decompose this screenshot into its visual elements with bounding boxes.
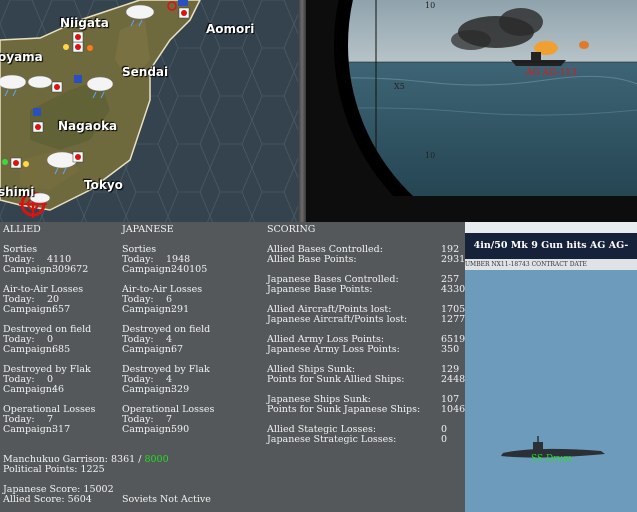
political-points: Political Points: 1225: [3, 464, 105, 475]
stat-value: 657: [52, 304, 71, 315]
japanese-header: JAPANESE: [122, 224, 174, 235]
campaign-label: Campaign:: [3, 344, 56, 355]
city-label: Aomori: [206, 22, 255, 36]
stat-value: 685: [52, 344, 71, 355]
garrison-separator: /: [138, 454, 142, 465]
scoring-label: Japanese Aircraft/Points lost:: [267, 314, 408, 325]
target-ship-icon: [511, 60, 566, 66]
campaign-label: Campaign:: [122, 424, 175, 435]
periscope-scene: [306, 0, 637, 222]
scoring-row: Japanese Strategic Losses: 0: [267, 435, 462, 445]
scoring-value: 350: [441, 344, 460, 355]
allied-header: ALLIED: [3, 224, 41, 235]
scoring-value: 1277: [441, 314, 465, 325]
stat-value: 317: [52, 424, 71, 435]
scoring-label: Japanese Base Points:: [267, 284, 373, 295]
sea-scene: [465, 270, 637, 512]
scoring-row: Allied Base Points: 2931: [267, 254, 465, 265]
combat-report: ALLIED Sorties Today: 4110 Campaign:30967…: [0, 222, 465, 512]
city-label: Sendai: [122, 65, 169, 79]
stat-value: 291: [171, 304, 190, 315]
scoring-label: Points for Sunk Allied Ships:: [267, 374, 405, 385]
view-divider: [298, 0, 306, 222]
campaign-label: Campaign:: [3, 384, 56, 395]
combat-animation-panel: 4in/50 Mk 9 Gun hits AG AG-113 UMBER NX1…: [465, 222, 637, 512]
target-label: AG AG-113: [526, 68, 577, 78]
stat-value: 240105: [171, 264, 208, 275]
scoring-label: Japanese Army Loss Points:: [267, 344, 400, 355]
report-footer: Manchukuo Garrison: 8361 / 8000 Politica…: [3, 455, 211, 505]
campaign-label: Campaign:: [122, 264, 175, 275]
campaign-label: Campaign:: [122, 304, 175, 315]
city-label: Niigata: [60, 16, 109, 30]
scoring-column: SCORING Allied Bases Controlled: 192 Allie…: [267, 224, 465, 445]
city-label: Tokyo: [84, 178, 123, 192]
allied-score: Allied Score: 5604: [3, 494, 92, 505]
stat-value: 46: [52, 384, 65, 395]
scoring-row: Japanese Army Loss Points: 350: [267, 345, 462, 355]
allied-column: ALLIED Sorties Today: 4110 Campaign:30967…: [3, 225, 95, 435]
campaign-label: Campaign:: [3, 304, 56, 315]
scoring-value: 4330: [441, 284, 465, 295]
reticle-tick: 10: [425, 1, 436, 10]
scoring-row: Japanese Aircraft/Points lost: 1277: [267, 314, 465, 325]
soviets-status: Soviets Not Active: [122, 494, 211, 505]
stat-value: 67: [171, 344, 184, 355]
japanese-column: JAPANESE Sorties Today: 1948 Campaign:240…: [122, 225, 214, 435]
reticle-tick: 10: [425, 151, 436, 160]
garrison-required: 8000: [144, 454, 169, 465]
periscope-view: 10 X5 10 AG AG-113: [306, 0, 637, 222]
stat-value: 329: [171, 384, 190, 395]
scoring-value: 0: [441, 434, 448, 445]
scoring-value: 2931: [441, 254, 465, 265]
campaign-label: Campaign:: [3, 264, 56, 275]
scoring-row: Points for Sunk Allied Ships: 2448: [267, 374, 465, 385]
campaign-label: Campaign:: [3, 424, 56, 435]
stat-value: 309672: [52, 264, 89, 275]
scoring-label: Points for Sunk Japanese Ships:: [267, 404, 421, 415]
scoring-header: SCORING: [267, 224, 316, 235]
scoring-label: Allied Base Points:: [267, 254, 357, 265]
reticle-tick: X5: [394, 82, 405, 91]
scoring-value: 2448: [441, 374, 465, 385]
campaign-label: Campaign:: [122, 384, 175, 395]
scoring-value: 1046: [441, 404, 465, 415]
campaign-label: Campaign:: [122, 344, 175, 355]
scoring-row: Points for Sunk Japanese Ships: 1046: [267, 404, 465, 415]
city-label: oyama: [0, 50, 43, 64]
stat-value: 590: [171, 424, 190, 435]
garrison-value: 8361: [111, 454, 136, 465]
submarine-label: SS Drum: [531, 454, 572, 464]
city-label: shimi: [0, 185, 35, 199]
city-label: Nagaoka: [58, 119, 118, 133]
scoring-groups: Allied Bases Controlled: 192 Allied Base P…: [267, 245, 465, 445]
scoring-row: Japanese Base Points: 4330: [267, 284, 465, 295]
scoring-label: Japanese Strategic Losses:: [267, 434, 397, 445]
operations-map[interactable]: Niigata Aomori oyama Sendai Nagaoka Toky…: [0, 0, 298, 222]
